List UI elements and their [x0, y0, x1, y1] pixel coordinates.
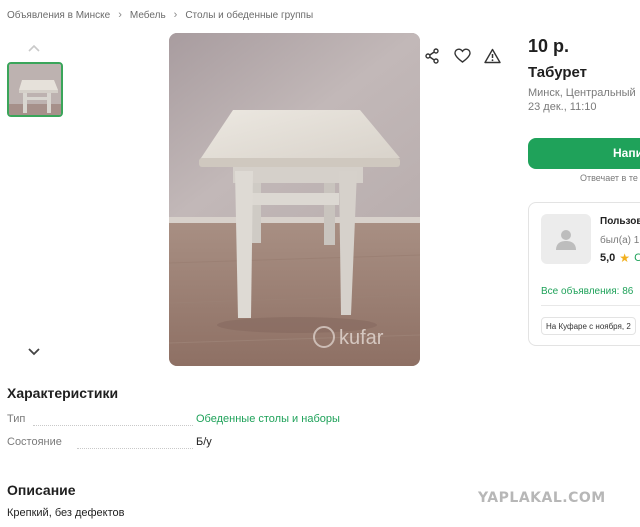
listing-location: Минск, Центральный [528, 87, 636, 99]
listing-date: 23 дек., 11:10 [528, 101, 597, 113]
listing-title: Табурет [528, 64, 587, 81]
chevron-right-icon: › [118, 9, 122, 21]
reply-time-note: Отвечает в те [580, 173, 638, 183]
listing-actions [420, 44, 504, 68]
characteristic-key: Состояние [7, 436, 62, 448]
rating-extra[interactable]: С [634, 252, 640, 264]
breadcrumb-item-furniture[interactable]: Мебель [130, 10, 166, 21]
characteristic-value-link[interactable]: Обеденные столы и наборы [196, 413, 340, 425]
characteristic-key: Тип [7, 413, 26, 425]
dotted-leader [33, 425, 193, 426]
chevron-right-icon: › [173, 9, 178, 21]
listing-price: 10 р. [528, 36, 570, 56]
breadcrumb: Объявления в Минске › Мебель › Столы и о… [7, 8, 313, 22]
breadcrumb-item-tables[interactable]: Столы и обеденные группы [185, 10, 313, 21]
seller-name[interactable]: Пользов [600, 216, 640, 227]
divider [541, 305, 640, 306]
member-since-badge: На Куфаре с ноября, 2 [541, 317, 636, 335]
breadcrumb-item-ads[interactable]: Объявления в Минске [7, 10, 110, 21]
chevron-down-icon[interactable] [27, 344, 41, 356]
seller-card: Пользов был(а) 1 5,0 ★ С Все объявления:… [528, 202, 640, 346]
rating-value: 5,0 [600, 252, 616, 264]
warning-icon[interactable] [480, 44, 504, 68]
star-icon: ★ [619, 251, 631, 265]
characteristic-row-type: Тип Обеденные столы и наборы [7, 413, 367, 429]
share-icon[interactable] [420, 44, 444, 68]
photo-watermark: kufar [339, 327, 384, 349]
site-watermark: YAPLAKAL.COM [478, 490, 606, 506]
chevron-up-icon[interactable] [27, 40, 41, 52]
thumbnail-image[interactable] [7, 62, 63, 117]
description-text: Крепкий, без дефектов [7, 507, 125, 519]
characteristic-row-condition: Состояние Б/у [7, 436, 367, 452]
seller-rating: 5,0 ★ С [600, 251, 640, 265]
write-message-button[interactable]: Напи [528, 138, 640, 169]
user-icon[interactable] [541, 214, 591, 264]
dotted-leader [77, 448, 193, 449]
characteristic-value: Б/у [196, 436, 212, 448]
all-ads-link[interactable]: Все объявления: 86 [541, 286, 633, 297]
seller-last-seen: был(а) 1 [600, 235, 640, 246]
main-photo[interactable]: kufar [169, 33, 420, 366]
characteristics-heading: Характеристики [7, 385, 119, 401]
description-heading: Описание [7, 482, 76, 498]
heart-icon[interactable] [450, 44, 474, 68]
